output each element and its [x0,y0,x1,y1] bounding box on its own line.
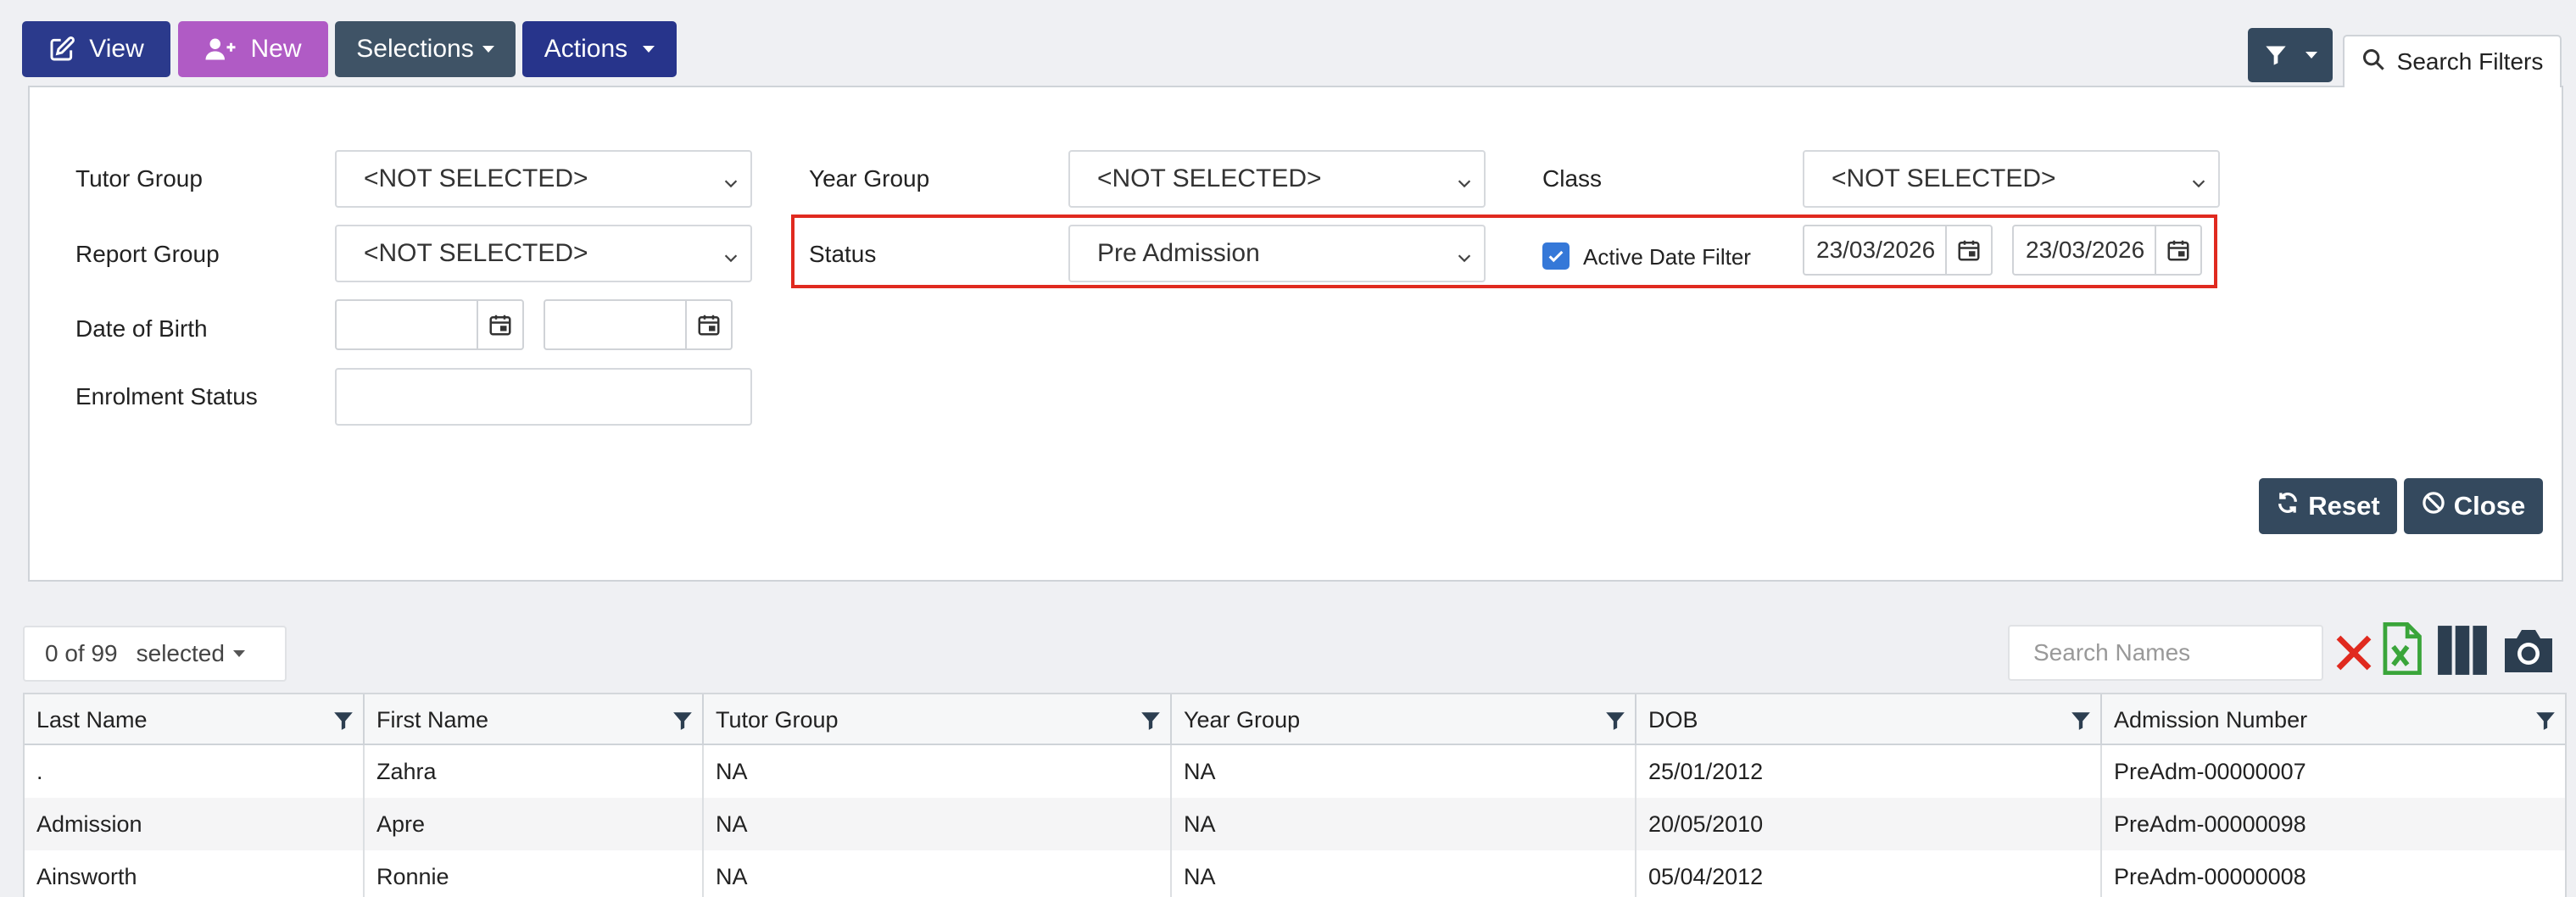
cell-year-group: NA [1172,850,1636,897]
camera-icon[interactable] [2501,625,2556,680]
selection-dropdown[interactable]: 0 of 99 selected [23,626,287,682]
column-header-first-name[interactable]: First Name [365,694,704,745]
column-header-last-name[interactable]: Last Name [25,694,365,745]
chevron-down-icon [1455,170,1474,199]
caret-down-icon [482,46,494,53]
class-value: <NOT SELECTED> [1832,164,2056,192]
enrolment-status-input[interactable] [335,368,752,426]
selection-label: selected [136,640,225,666]
reset-label: Reset [2308,491,2380,521]
actions-label: Actions [544,35,628,63]
clear-filter-icon[interactable] [2333,630,2374,680]
column-label: First Name [376,706,489,733]
add-user-icon [204,36,237,62]
columns-icon[interactable] [2436,624,2489,681]
column-label: DOB [1648,706,1698,733]
caret-down-icon [2306,52,2317,58]
selections-dropdown[interactable]: Selections [335,21,516,77]
cell-last-name: Ainsworth [25,850,365,897]
class-label: Class [1542,165,1603,192]
column-filter-icon[interactable] [2534,710,2556,738]
export-excel-icon[interactable] [2381,622,2422,679]
enrolment-status-label: Enrolment Status [75,383,258,410]
search-filters-label: Search Filters [2396,48,2544,75]
funnel-icon [2263,43,2289,67]
cell-first-name: Ronnie [365,850,704,897]
table-row[interactable]: Admission Apre NA NA 20/05/2010 PreAdm-0… [25,798,2565,850]
selections-label: Selections [356,35,474,63]
column-filter-icon[interactable] [2070,710,2092,738]
column-label: Admission Number [2114,706,2308,733]
dob-from-input[interactable] [335,299,524,350]
actions-dropdown[interactable]: Actions [522,21,677,77]
tutor-group-select[interactable]: <NOT SELECTED> [335,150,752,208]
report-group-value: <NOT SELECTED> [364,239,588,267]
table-row[interactable]: . Zahra NA NA 25/01/2012 PreAdm-00000007 [25,745,2565,798]
cell-dob: 25/01/2012 [1636,745,2102,798]
close-button[interactable]: Close [2404,478,2543,534]
cell-first-name: Apre [365,798,704,850]
edit-icon [48,36,75,63]
cell-year-group: NA [1172,745,1636,798]
year-group-value: <NOT SELECTED> [1097,164,1322,192]
caret-down-icon [232,650,245,657]
column-header-admission-number[interactable]: Admission Number [2102,694,2565,745]
column-header-tutor-group[interactable]: Tutor Group [704,694,1172,745]
view-button-label: View [89,35,144,63]
year-group-label: Year Group [809,165,930,192]
search-names-input[interactable]: Search Names [2008,625,2323,681]
cell-dob: 05/04/2012 [1636,850,2102,897]
cell-dob: 20/05/2010 [1636,798,2102,850]
search-filters-tab[interactable]: Search Filters [2343,35,2562,87]
reset-button[interactable]: Reset [2259,478,2397,534]
column-filter-icon[interactable] [1604,710,1626,738]
highlight-box [791,214,2217,288]
students-table: Last Name First Name Tutor Group Year Gr… [23,693,2567,897]
search-placeholder: Search Names [2033,639,2191,666]
cell-admission-number: PreAdm-00000007 [2114,758,2306,784]
column-label: Last Name [36,706,148,733]
selection-count: 0 of 99 [45,640,118,666]
year-group-select[interactable]: <NOT SELECTED> [1068,150,1486,208]
cell-admission-number: PreAdm-00000098 [2114,811,2306,837]
cell-last-name: . [25,745,365,798]
tutor-group-label: Tutor Group [75,165,203,192]
column-filter-icon[interactable] [672,710,694,738]
new-button[interactable]: New [178,21,328,77]
cell-admission-number: PreAdm-00000008 [2114,863,2306,889]
new-button-label: New [250,35,302,63]
chevron-down-icon [722,170,740,199]
cell-tutor-group: NA [704,745,1172,798]
date-of-birth-label: Date of Birth [75,315,208,342]
refresh-icon [2276,491,2300,521]
table-row[interactable]: Ainsworth Ronnie NA NA 05/04/2012 PreAdm… [25,850,2565,897]
calendar-icon[interactable] [685,301,731,348]
report-group-select[interactable]: <NOT SELECTED> [335,225,752,282]
filter-toggle-button[interactable] [2248,28,2333,82]
column-header-dob[interactable]: DOB [1636,694,2102,745]
column-filter-icon[interactable] [332,710,354,738]
cell-year-group: NA [1172,798,1636,850]
column-label: Tutor Group [716,706,839,733]
caret-down-icon [643,46,655,53]
calendar-icon[interactable] [477,301,522,348]
tutor-group-value: <NOT SELECTED> [364,164,588,192]
search-icon [2361,47,2385,77]
report-group-label: Report Group [75,241,220,267]
cell-first-name: Zahra [365,745,704,798]
cell-tutor-group: NA [704,850,1172,897]
cell-last-name: Admission [25,798,365,850]
chevron-down-icon [722,245,740,274]
table-header: Last Name First Name Tutor Group Year Gr… [25,694,2565,745]
dob-to-input[interactable] [544,299,733,350]
class-select[interactable]: <NOT SELECTED> [1803,150,2220,208]
view-button[interactable]: View [22,21,170,77]
column-header-year-group[interactable]: Year Group [1172,694,1636,745]
column-filter-icon[interactable] [1140,710,1162,738]
close-label: Close [2453,491,2526,521]
chevron-down-icon [2189,170,2208,199]
cell-tutor-group: NA [704,798,1172,850]
ban-icon [2422,491,2445,521]
column-label: Year Group [1184,706,1301,733]
